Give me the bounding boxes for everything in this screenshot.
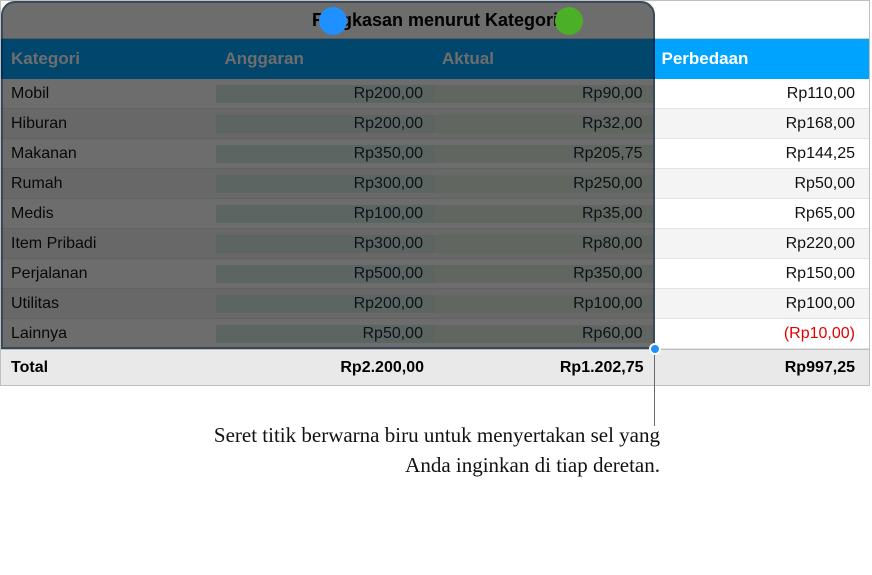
cell-aktual[interactable]: Rp250,00: [434, 175, 654, 193]
table-row[interactable]: LainnyaRp50,00Rp60,00(Rp10,00): [1, 319, 869, 349]
cell-aktual[interactable]: Rp80,00: [434, 235, 654, 253]
cell-perbedaan[interactable]: Rp50,00: [653, 175, 869, 193]
total-label: Total: [1, 359, 216, 377]
cell-kategori[interactable]: Medis: [1, 205, 216, 223]
cell-perbedaan[interactable]: (Rp10,00): [653, 325, 869, 343]
cell-perbedaan[interactable]: Rp100,00: [653, 295, 869, 313]
table-header-row: Kategori Anggaran Aktual Perbedaan: [1, 39, 869, 79]
cell-kategori[interactable]: Utilitas: [1, 295, 216, 313]
cell-anggaran[interactable]: Rp50,00: [216, 325, 434, 343]
cell-aktual[interactable]: Rp60,00: [434, 325, 654, 343]
dot-green-icon: [555, 7, 583, 35]
cell-anggaran[interactable]: Rp300,00: [216, 175, 434, 193]
header-aktual[interactable]: Aktual: [434, 49, 654, 69]
cell-perbedaan[interactable]: Rp65,00: [653, 205, 869, 223]
cell-anggaran[interactable]: Rp500,00: [216, 265, 434, 283]
cell-kategori[interactable]: Lainnya: [1, 325, 216, 343]
cell-anggaran[interactable]: Rp100,00: [216, 205, 434, 223]
cell-aktual[interactable]: Rp32,00: [434, 115, 654, 133]
cell-anggaran[interactable]: Rp200,00: [216, 115, 434, 133]
cell-perbedaan[interactable]: Rp110,00: [653, 85, 869, 103]
table-row[interactable]: UtilitasRp200,00Rp100,00Rp100,00: [1, 289, 869, 319]
total-perbedaan: Rp997,25: [653, 359, 869, 377]
table-row[interactable]: PerjalananRp500,00Rp350,00Rp150,00: [1, 259, 869, 289]
cell-anggaran[interactable]: Rp350,00: [216, 145, 434, 163]
cell-perbedaan[interactable]: Rp144,25: [653, 145, 869, 163]
table-title: Ringkasan menurut Kategori: [1, 1, 869, 39]
cell-kategori[interactable]: Mobil: [1, 85, 216, 103]
cell-aktual[interactable]: Rp100,00: [434, 295, 654, 313]
cell-aktual[interactable]: Rp90,00: [434, 85, 654, 103]
cell-kategori[interactable]: Perjalanan: [1, 265, 216, 283]
table-body: MobilRp200,00Rp90,00Rp110,00HiburanRp200…: [1, 79, 869, 349]
callout-leader-line: [654, 354, 655, 426]
cell-anggaran[interactable]: Rp200,00: [216, 85, 434, 103]
table-row[interactable]: Item PribadiRp300,00Rp80,00Rp220,00: [1, 229, 869, 259]
cell-aktual[interactable]: Rp205,75: [434, 145, 654, 163]
total-anggaran: Rp2.200,00: [216, 359, 434, 377]
cell-anggaran[interactable]: Rp300,00: [216, 235, 434, 253]
cell-kategori[interactable]: Rumah: [1, 175, 216, 193]
cell-perbedaan[interactable]: Rp220,00: [653, 235, 869, 253]
table-total-row: Total Rp2.200,00 Rp1.202,75 Rp997,25: [1, 349, 869, 385]
total-aktual: Rp1.202,75: [434, 359, 654, 377]
cell-aktual[interactable]: Rp350,00: [434, 265, 654, 283]
table-row[interactable]: MobilRp200,00Rp90,00Rp110,00: [1, 79, 869, 109]
cell-kategori[interactable]: Hiburan: [1, 115, 216, 133]
spreadsheet-table[interactable]: Ringkasan menurut Kategori Kategori Angg…: [0, 0, 870, 386]
header-anggaran[interactable]: Anggaran: [216, 49, 434, 69]
cell-perbedaan[interactable]: Rp168,00: [653, 115, 869, 133]
callout-text: Seret titik berwarna biru untuk menyerta…: [200, 420, 660, 481]
cell-kategori[interactable]: Makanan: [1, 145, 216, 163]
table-row[interactable]: RumahRp300,00Rp250,00Rp50,00: [1, 169, 869, 199]
cell-anggaran[interactable]: Rp200,00: [216, 295, 434, 313]
table-row[interactable]: MedisRp100,00Rp35,00Rp65,00: [1, 199, 869, 229]
table-row[interactable]: MakananRp350,00Rp205,75Rp144,25: [1, 139, 869, 169]
cell-perbedaan[interactable]: Rp150,00: [653, 265, 869, 283]
table-row[interactable]: HiburanRp200,00Rp32,00Rp168,00: [1, 109, 869, 139]
header-perbedaan[interactable]: Perbedaan: [653, 49, 869, 69]
cell-kategori[interactable]: Item Pribadi: [1, 235, 216, 253]
dot-blue-icon: [319, 7, 347, 35]
cell-aktual[interactable]: Rp35,00: [434, 205, 654, 223]
selection-drag-handle[interactable]: [649, 343, 661, 355]
header-kategori[interactable]: Kategori: [1, 49, 216, 69]
